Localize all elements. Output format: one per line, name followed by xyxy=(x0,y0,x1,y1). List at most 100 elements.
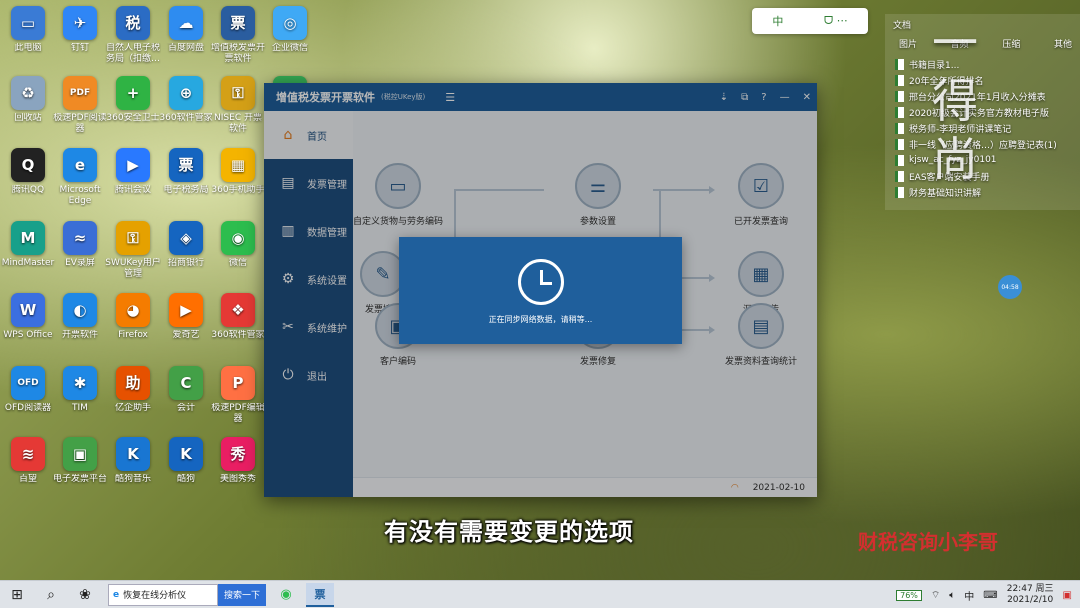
desktop-icon[interactable]: ☁ 百度网盘 xyxy=(158,6,214,65)
desktop-icon[interactable]: C 会计 xyxy=(158,366,214,425)
battery-indicator[interactable]: 76% xyxy=(896,589,922,601)
desktop-icon[interactable]: ⚿ SWUKey用户管理 xyxy=(105,221,161,280)
firefox-icon: ◕ xyxy=(116,293,150,327)
search-button[interactable]: ⌕ xyxy=(34,581,68,608)
desktop-icon-label: 企业微信 xyxy=(271,43,308,53)
ime-extra-icon[interactable]: ᗜ ⋯ xyxy=(824,14,848,28)
desktop-icon-label: 钉钉 xyxy=(70,43,89,53)
desktop-icon[interactable]: ✱ TIM xyxy=(52,366,108,425)
sync-modal: 正在同步网络数据，请稍等... xyxy=(399,237,682,344)
panel-tab[interactable]: 压缩 xyxy=(1002,37,1020,50)
recorder-icon: ≈ xyxy=(63,221,97,255)
desktop-icon[interactable]: ▶ 腾讯会议 xyxy=(105,148,161,207)
desktop-icon[interactable]: +360安全卫士 xyxy=(105,76,161,135)
desktop-icon[interactable]: ▶ 爱奇艺 xyxy=(158,293,214,352)
ime-indicator[interactable]: 中 xyxy=(964,588,974,603)
desktop-icon-label: 极速PDF阅读器 xyxy=(53,113,107,134)
desktop-icon[interactable]: 助亿企助手 xyxy=(105,366,161,425)
clock[interactable]: 22:47 周三 2021/2/10 xyxy=(1007,584,1054,606)
search-icon: ⌕ xyxy=(47,586,55,603)
panel-file-item[interactable]: 书籍目录1... xyxy=(895,56,1080,72)
desktop-icon[interactable]: ◈ 招商银行 xyxy=(158,221,214,280)
qq-icon: Q xyxy=(11,148,45,182)
wps-icon: W xyxy=(11,293,45,327)
panel-file-item[interactable]: EAS客户端安装手册 xyxy=(895,168,1080,184)
sync-message: 正在同步网络数据，请稍等... xyxy=(488,315,593,324)
desktop-icon-label: 此电脑 xyxy=(14,43,42,53)
desktop-icon[interactable]: e Microsoft Edge xyxy=(52,148,108,207)
panel-tab[interactable]: 图片 xyxy=(899,37,917,50)
input-icon[interactable]: ⌨ xyxy=(983,590,997,601)
desktop-icon[interactable]: W WPS Office xyxy=(0,293,56,352)
notification-icon[interactable]: ▣ xyxy=(1063,590,1072,601)
desktop-icon[interactable]: K 酷狗 xyxy=(158,437,214,496)
desktop-icon[interactable]: ⚿ NISEC 开票软件 xyxy=(210,76,266,135)
desktop-icon[interactable]: K 酷狗音乐 xyxy=(105,437,161,496)
taskbar: ⊞ ⌕ ❀ e 恢复在线分析仪 搜索一下 ◉ 票 76% ⌔ 🔈︎ 中 ⌨ 22… xyxy=(0,580,1080,608)
document-icon xyxy=(895,186,904,198)
desktop-icon[interactable]: ⊕ 360软件管家 xyxy=(158,76,214,135)
desktop-icon-label: 酷狗 xyxy=(176,474,195,484)
desktop-icon[interactable]: Q 腾讯QQ xyxy=(0,148,56,207)
desktop-icon[interactable]: ❖ 360软件管家 xyxy=(210,293,266,352)
wechat-taskbar-button[interactable]: ◉ xyxy=(272,583,300,607)
panel-file-item[interactable]: 20年全年所得排名 xyxy=(895,72,1080,88)
panel-file-item[interactable]: 非一线（应聘资格…）应聘登记表(1) xyxy=(895,136,1080,152)
task-view-button[interactable]: ❀ xyxy=(68,581,102,608)
ime-toolbar[interactable]: 中 ᗜ ⋯ xyxy=(752,8,868,34)
desktop-icon[interactable]: 票电子税务局 xyxy=(158,148,214,207)
panel-file-item[interactable]: 财务基础知识讲解 xyxy=(895,184,1080,200)
desktop-icon-label: 爱奇艺 xyxy=(172,330,200,340)
panel-file-item[interactable]: 税务师-李玥老师讲课笔记 xyxy=(895,120,1080,136)
desktop-icon[interactable]: P 极速PDF编辑器 xyxy=(210,366,266,425)
desktop-icon[interactable]: 税自然人电子税务局（扣缴… xyxy=(105,6,161,65)
search-input[interactable]: 恢复在线分析仪 xyxy=(123,588,186,601)
assistant-icon: 助 xyxy=(116,366,150,400)
bank-icon: ◈ xyxy=(169,221,203,255)
desktop-icon[interactable]: ≈ EV录屏 xyxy=(52,221,108,280)
desktop-icon[interactable]: ≋ 百望 xyxy=(0,437,56,496)
panel-title: 文档 xyxy=(893,21,912,31)
search-submit-button[interactable]: 搜索一下 xyxy=(218,583,267,606)
start-button[interactable]: ⊞ xyxy=(0,581,34,608)
invoice-icon: 票 xyxy=(314,587,326,601)
panel-tab[interactable]: 其他 xyxy=(1054,37,1072,50)
calligraphy-art: 一 得 尚 xyxy=(925,14,985,188)
desktop-icon[interactable]: OFD OFD阅读器 xyxy=(0,366,56,425)
desktop-icon[interactable]: 秀美图秀秀 xyxy=(210,437,266,496)
panel-file-item[interactable]: 2020初级会计实务官方教材电子版 xyxy=(895,104,1080,120)
desktop-icon[interactable]: ♻ 回收站 xyxy=(0,76,56,135)
desktop-icon[interactable]: ◉ 微信 xyxy=(210,221,266,280)
clock-badge[interactable]: 04:58 xyxy=(998,275,1022,299)
network-icon[interactable]: ⌔ xyxy=(931,589,940,602)
desktop-icon[interactable]: ◕ Firefox xyxy=(105,293,161,352)
desktop-icon[interactable]: ▣ 电子发票平台 xyxy=(52,437,108,496)
music-icon: K xyxy=(116,437,150,471)
ime-mode-label[interactable]: 中 xyxy=(772,13,783,29)
desktop-icon[interactable]: ✈ 钉钉 xyxy=(52,6,108,65)
invoice-taskbar-button[interactable]: 票 xyxy=(306,582,335,607)
edge-icon: e xyxy=(113,589,120,600)
panel-file-item[interactable]: 邢台分公司2021年1月收入分摊表 xyxy=(895,88,1080,104)
wechat-icon: ◉ xyxy=(221,221,255,255)
desktop-icon[interactable]: ◐ 开票软件 xyxy=(52,293,108,352)
apps-icon: ❖ xyxy=(221,293,255,327)
calligraphy-char: 一 xyxy=(932,16,978,70)
volume-icon[interactable]: 🔈︎ xyxy=(949,590,955,601)
wechat-icon: ◉ xyxy=(280,587,292,602)
invoice-app-window: 增值税发票开票软件 (税控UKey版) ☰ ⇣ ⧉? — ✕ ⌂ 首页 ▤ 发票管理 ▥ 数据管… xyxy=(264,83,817,497)
desktop-icon-label: 增值税发票开票软件 xyxy=(210,43,265,64)
pdf-editor-icon: P xyxy=(221,366,255,400)
panel-file-item[interactable]: kjsw_ac_fyz_jy0101 xyxy=(895,152,1080,168)
desktop-icon[interactable]: 票增值税发票开票软件 xyxy=(210,6,266,65)
document-icon xyxy=(895,74,904,86)
desktop-icon[interactable]: M MindMaster xyxy=(0,221,56,280)
browser-search-box[interactable]: e 恢复在线分析仪 xyxy=(108,583,218,606)
desktop-icon[interactable]: ▭ 此电脑 xyxy=(0,6,56,65)
shield-plus-icon: + xyxy=(116,76,150,110)
phone-assistant-icon: ▦ xyxy=(221,148,255,182)
desktop-icon-label: 360软件管家 xyxy=(211,330,265,340)
desktop-icon[interactable]: PDF 极速PDF阅读器 xyxy=(52,76,108,135)
desktop-icon[interactable]: ▦ 360手机助手 xyxy=(210,148,266,207)
desktop-icon[interactable]: ◎ 企业微信 xyxy=(262,6,318,65)
